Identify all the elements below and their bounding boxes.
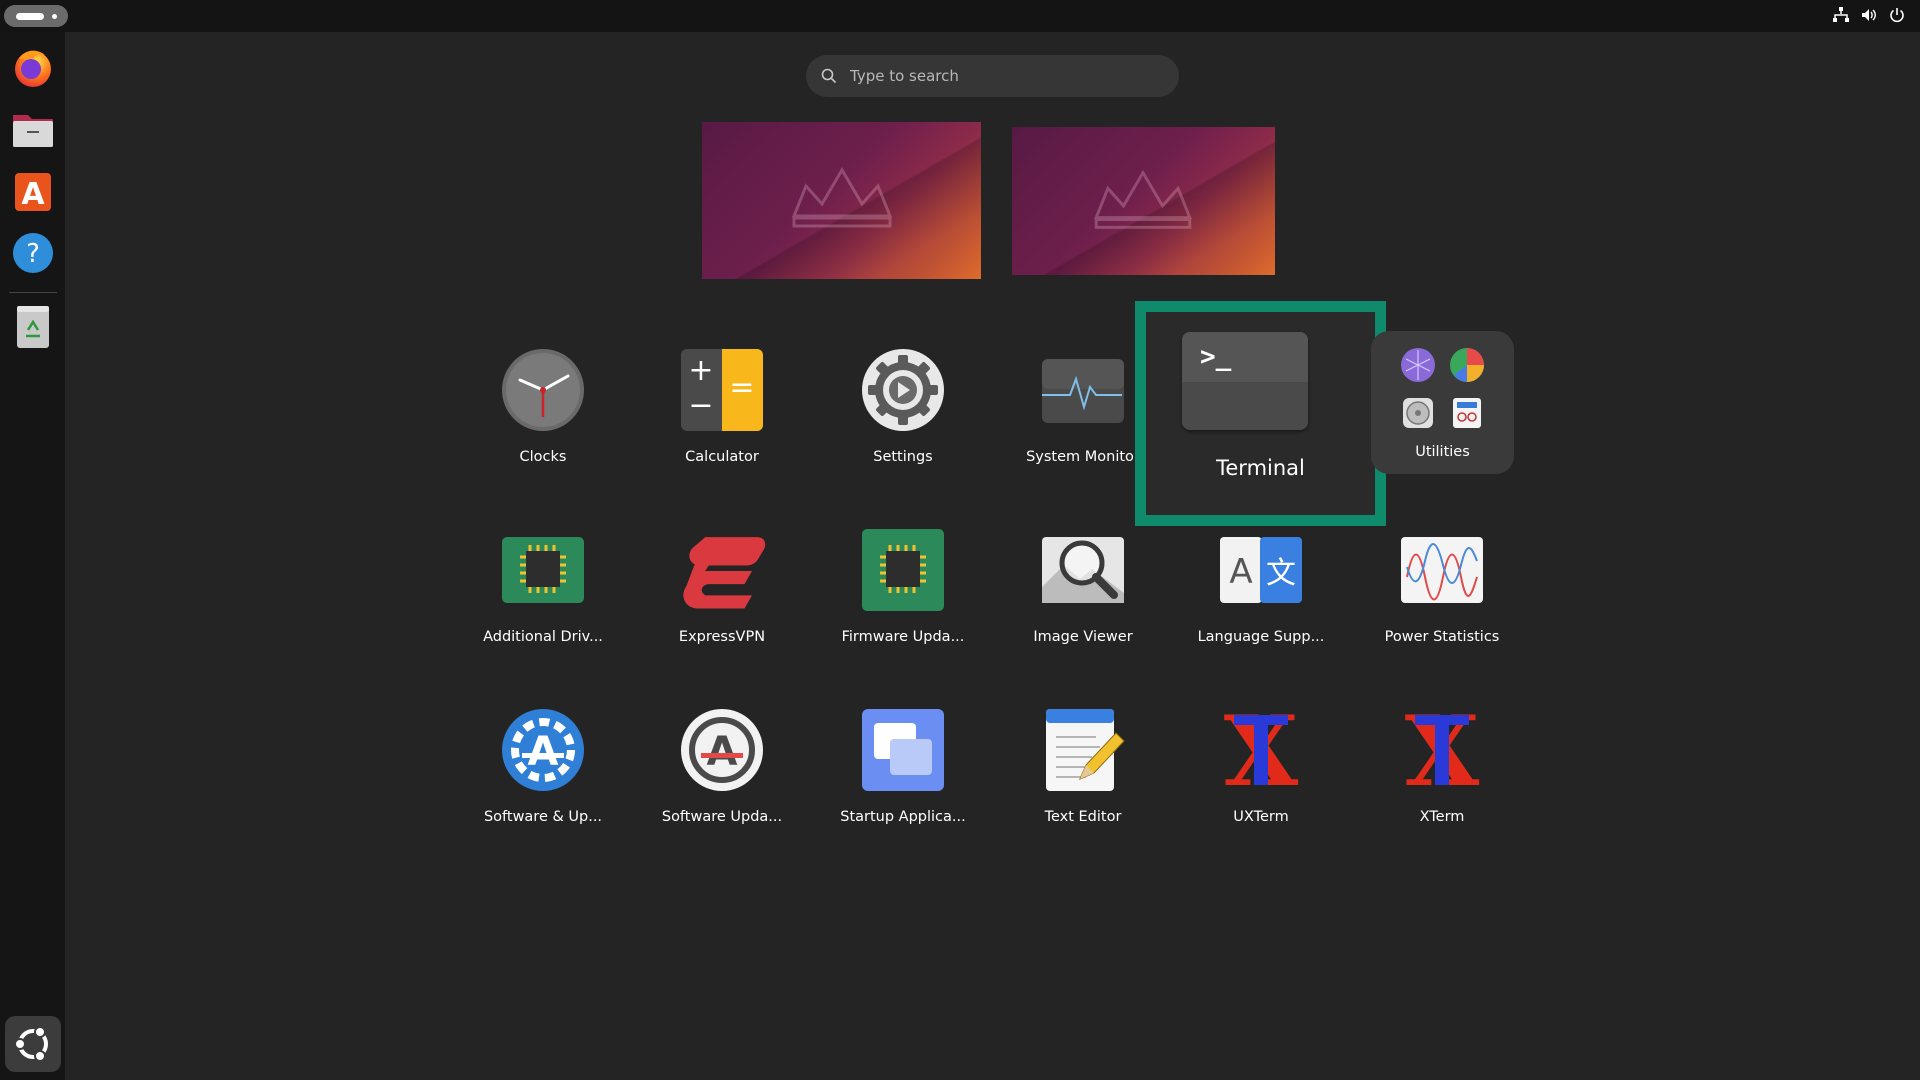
- app-language-support[interactable]: A 文 Language Supp...: [1186, 525, 1336, 665]
- trash-icon: [17, 306, 49, 348]
- volume-icon[interactable]: [1860, 6, 1878, 24]
- app-clocks[interactable]: Clocks: [468, 345, 618, 485]
- svg-text:A: A: [21, 177, 45, 212]
- app-center-icon: A: [15, 173, 51, 212]
- app-label: Clocks: [519, 449, 567, 465]
- dock-item-files[interactable]: [8, 104, 58, 154]
- app-software-updater[interactable]: A Software Upda...: [647, 705, 797, 845]
- app-label: ExpressVPN: [678, 629, 766, 645]
- app-label: Power Statistics: [1384, 629, 1500, 645]
- svg-text:−: −: [688, 388, 713, 423]
- svg-text:A: A: [1229, 552, 1252, 592]
- svg-text:=: =: [729, 370, 754, 405]
- app-label: Image Viewer: [1033, 629, 1133, 645]
- workspace-thumbnail-2[interactable]: [1012, 127, 1275, 275]
- language-icon: A 文: [1220, 537, 1302, 603]
- dock-item-app-center[interactable]: A: [8, 166, 58, 216]
- activities-button[interactable]: [4, 5, 68, 27]
- power-icon[interactable]: [1888, 6, 1906, 24]
- calculator-icon: + − =: [681, 349, 763, 431]
- firefox-icon: [15, 50, 51, 87]
- app-label: Software Upda...: [661, 809, 783, 825]
- app-power-statistics[interactable]: Power Statistics: [1367, 525, 1517, 665]
- app-settings[interactable]: Settings: [828, 345, 978, 485]
- network-globe-icon: [1401, 348, 1435, 382]
- top-bar: [0, 0, 1920, 32]
- search-bar[interactable]: [806, 55, 1179, 97]
- clock-icon: [502, 349, 584, 431]
- svg-text:文: 文: [1266, 556, 1296, 591]
- startup-apps-icon: [862, 709, 944, 791]
- ubuntu-logo-icon: [14, 1026, 48, 1062]
- settings-gear-icon: [862, 349, 944, 431]
- svg-text:A: A: [528, 729, 559, 775]
- dock-item-trash[interactable]: [8, 302, 58, 352]
- app-label: System Monitor: [1026, 449, 1140, 465]
- app-label: XTerm: [1419, 809, 1465, 825]
- expressvpn-icon: [683, 537, 766, 609]
- app-software-updates[interactable]: A Software & Up...: [468, 705, 618, 845]
- workspace-thumbnail-1[interactable]: [702, 122, 981, 279]
- app-folder-utilities[interactable]: Utilities: [1371, 331, 1514, 474]
- svg-text:A: A: [707, 729, 738, 775]
- dock-item-firefox[interactable]: [8, 42, 58, 92]
- xterm-icon: X: [1224, 705, 1299, 795]
- app-startup-applications[interactable]: Startup Applica...: [828, 705, 978, 845]
- xterm-icon: X: [1405, 705, 1480, 795]
- app-label: Firmware Upda...: [841, 629, 965, 645]
- document-viewer-icon: [1453, 398, 1481, 428]
- firmware-chip-icon: [862, 529, 944, 611]
- app-label: Startup Applica...: [840, 809, 966, 825]
- app-xterm[interactable]: X XTerm: [1367, 705, 1517, 845]
- dock: A ?: [0, 32, 65, 1080]
- app-terminal[interactable]: >_ Terminal: [1135, 301, 1386, 526]
- app-image-viewer[interactable]: Image Viewer: [1008, 525, 1158, 665]
- search-icon: [821, 68, 837, 84]
- app-label: Utilities: [1415, 444, 1470, 460]
- app-label: UXTerm: [1233, 809, 1289, 825]
- dock-item-help[interactable]: ?: [8, 228, 58, 278]
- app-label: Software & Up...: [483, 809, 603, 825]
- search-input[interactable]: [848, 66, 1172, 86]
- app-label: Text Editor: [1044, 809, 1122, 825]
- disks-icon: [1403, 398, 1433, 428]
- app-label: Language Supp...: [1197, 629, 1325, 645]
- software-updater-icon: A: [681, 709, 763, 791]
- dock-separator: [9, 292, 57, 293]
- app-firmware-updater[interactable]: Firmware Upda...: [828, 525, 978, 665]
- svg-text:?: ?: [26, 239, 40, 269]
- text-editor-icon: [1046, 709, 1125, 791]
- workspace-indicator-dot: [52, 14, 57, 19]
- help-icon: ?: [13, 233, 53, 273]
- svg-text:+: +: [688, 353, 713, 388]
- app-uxterm[interactable]: X UXTerm: [1186, 705, 1336, 845]
- workspace-indicator-active: [16, 13, 44, 20]
- power-statistics-icon: [1401, 537, 1483, 603]
- app-label: Settings: [873, 449, 933, 465]
- software-updates-icon: A: [502, 709, 584, 791]
- network-icon[interactable]: [1832, 6, 1850, 24]
- wallpaper-crown-icon: [791, 167, 893, 228]
- app-label: Terminal: [1216, 456, 1305, 480]
- app-label: Additional Driv...: [483, 629, 603, 645]
- app-expressvpn[interactable]: ExpressVPN: [647, 525, 797, 665]
- app-label: Calculator: [685, 449, 759, 465]
- app-additional-drivers[interactable]: Additional Driv...: [468, 525, 618, 665]
- image-viewer-icon: [1042, 537, 1124, 603]
- files-icon: [13, 115, 53, 147]
- chip-icon: [502, 537, 584, 603]
- app-text-editor[interactable]: Text Editor: [1008, 705, 1158, 845]
- system-tray[interactable]: [1832, 6, 1906, 24]
- wallpaper-crown-icon: [1094, 169, 1192, 229]
- terminal-icon: >_: [1182, 332, 1308, 430]
- system-monitor-icon: [1042, 359, 1124, 423]
- disk-usage-icon: [1450, 348, 1484, 382]
- show-apps-button[interactable]: [5, 1016, 61, 1072]
- app-calculator[interactable]: + − = Calculator: [647, 345, 797, 485]
